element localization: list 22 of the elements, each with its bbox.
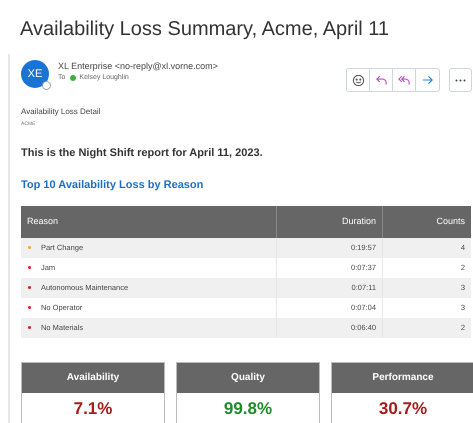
more-icon bbox=[455, 78, 466, 82]
email-subject: Availability Loss Summary, Acme, April 11 bbox=[20, 17, 390, 42]
forward-icon bbox=[421, 74, 434, 86]
section-title: Top 10 Availability Loss by Reason bbox=[21, 178, 204, 193]
smiley-icon bbox=[352, 74, 364, 86]
column-header: Reason bbox=[21, 206, 276, 238]
status-icon bbox=[70, 75, 76, 81]
report-intro: This is the Night Shift report for April 11, 2023. bbox=[21, 146, 264, 160]
body-heading: Availability Loss Detail bbox=[21, 106, 102, 118]
reply-icon bbox=[374, 74, 388, 86]
metric-value: 7.1% bbox=[72, 398, 114, 420]
sender-avatar: XE bbox=[21, 60, 49, 88]
column-header: Counts bbox=[382, 206, 471, 238]
reply-all-icon bbox=[398, 74, 410, 86]
metric-label: Availability bbox=[22, 362, 164, 392]
metric-value: 99.8% bbox=[222, 398, 274, 420]
metric-value: 30.7% bbox=[378, 398, 428, 420]
column-header: Duration bbox=[276, 206, 382, 238]
metric-label: Quality bbox=[177, 362, 319, 392]
metric-label: Performance bbox=[332, 362, 473, 392]
presence-icon bbox=[42, 81, 51, 90]
sender-address: XL Enterprise <no-reply@xl.vorne.com> bbox=[58, 60, 218, 72]
